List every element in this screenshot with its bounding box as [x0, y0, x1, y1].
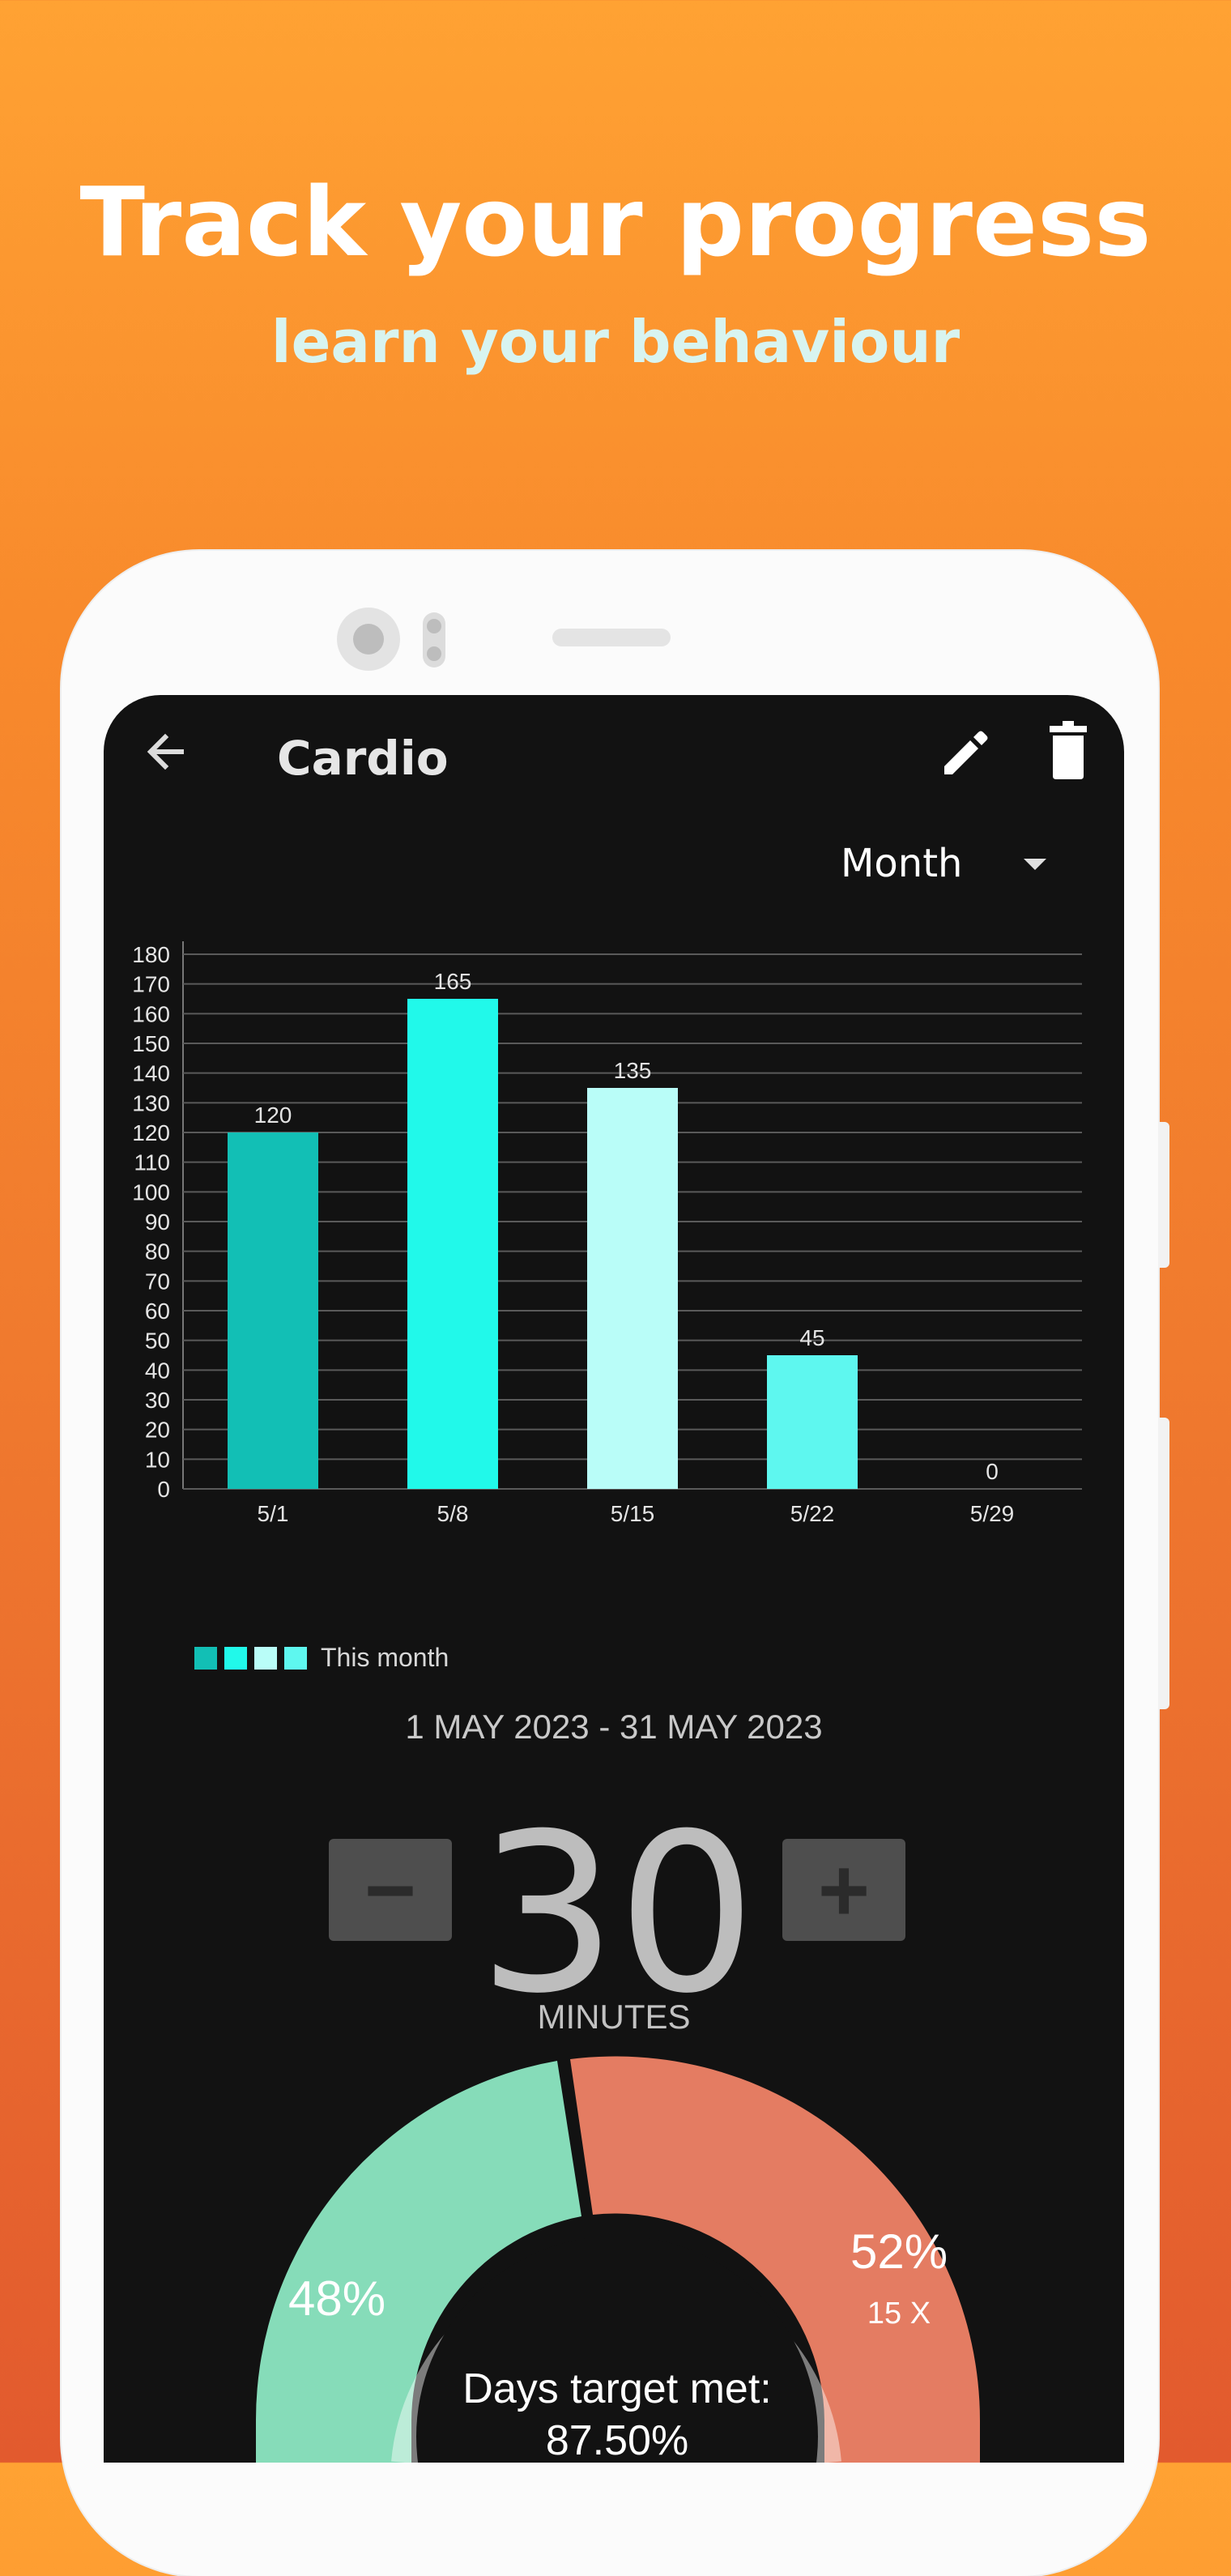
- bar: [228, 1132, 318, 1489]
- target-value: 30: [478, 1786, 756, 2041]
- phone-power-button: [1158, 1418, 1169, 1709]
- phone-volume-button: [1158, 1122, 1169, 1268]
- phone-speaker: [552, 629, 671, 646]
- y-tick-label: 110: [134, 1150, 170, 1175]
- decrease-button[interactable]: −: [329, 1839, 452, 1941]
- x-tick-label: 5/22: [790, 1501, 835, 1526]
- donut-chart: Days target met: 87.50% 48% 52% 15 X: [255, 2056, 980, 2463]
- donut-center-line2: 87.50%: [546, 2417, 688, 2463]
- y-tick-label: 90: [145, 1209, 170, 1235]
- y-tick-label: 70: [145, 1269, 170, 1294]
- bar: [587, 1088, 678, 1489]
- y-tick-label: 30: [145, 1388, 170, 1413]
- y-tick-label: 100: [132, 1179, 170, 1205]
- y-tick-label: 20: [145, 1418, 170, 1443]
- target-unit: MINUTES: [537, 1998, 691, 2036]
- date-range: 1 MAY 2023 - 31 MAY 2023: [405, 1708, 823, 1746]
- y-tick-label: 80: [145, 1239, 170, 1265]
- app-screen: Cardio Month 0 10 20 30 40 50 60 70 80 90 100 110 12…: [104, 695, 1124, 2463]
- period-selected-value: Month: [841, 841, 963, 886]
- legend-swatch: [194, 1646, 217, 1670]
- donut-missed-label: 52%: [850, 2224, 948, 2279]
- promo-subline: learn your behaviour: [270, 308, 961, 376]
- legend-swatch: [224, 1646, 247, 1670]
- y-tick-label: 170: [132, 972, 170, 997]
- page-title: Cardio: [277, 731, 449, 786]
- y-tick-label: 60: [145, 1299, 170, 1324]
- legend-label: This month: [321, 1643, 449, 1672]
- bar-value-label: 165: [434, 969, 472, 994]
- y-tick-label: 130: [132, 1090, 170, 1115]
- y-tick-label: 120: [132, 1120, 170, 1145]
- y-tick-label: 160: [132, 1001, 170, 1026]
- plus-icon: +: [817, 1840, 871, 1940]
- legend-swatches: [194, 1646, 314, 1670]
- pencil-icon[interactable]: [928, 716, 1001, 789]
- increase-button[interactable]: +: [782, 1839, 905, 1941]
- y-tick-label: 10: [145, 1447, 170, 1472]
- donut-met-label: 48%: [288, 2271, 385, 2326]
- phone-sensor: [423, 612, 445, 667]
- bar-value-label: 135: [614, 1058, 652, 1083]
- arrow-left-icon[interactable]: [136, 719, 201, 784]
- bar-value-label: 45: [799, 1325, 824, 1350]
- bar-value-label: 0: [986, 1459, 999, 1484]
- y-tick-label: 0: [157, 1477, 170, 1502]
- x-tick-label: 5/15: [611, 1501, 655, 1526]
- phone-camera: [337, 608, 400, 671]
- donut-center-line1: Days target met:: [462, 2365, 771, 2412]
- bar: [767, 1355, 858, 1489]
- legend-swatch: [284, 1646, 307, 1670]
- chart-legend: This month: [194, 1643, 449, 1673]
- minus-icon: −: [364, 1840, 417, 1940]
- x-tick-label: 5/29: [970, 1501, 1015, 1526]
- y-tick-label: 40: [145, 1358, 170, 1383]
- y-tick-label: 50: [145, 1329, 170, 1354]
- chevron-down-icon: [1024, 859, 1046, 870]
- trash-icon[interactable]: [1033, 716, 1106, 789]
- bar-chart: 0 10 20 30 40 50 60 70 80 90 100 110 120 130 140 150 160…: [132, 941, 1082, 1526]
- promo-headline: Track your progress: [79, 166, 1152, 278]
- bar: [407, 999, 498, 1489]
- y-tick-label: 140: [132, 1061, 170, 1086]
- y-tick-label: 180: [132, 942, 170, 967]
- period-dropdown[interactable]: Month: [816, 825, 1076, 906]
- donut-missed-count: 15 X: [867, 2297, 931, 2331]
- bar-value-label: 120: [254, 1102, 292, 1128]
- y-tick-label: 150: [132, 1031, 170, 1056]
- x-tick-label: 5/8: [437, 1501, 469, 1526]
- legend-swatch: [254, 1646, 277, 1670]
- x-tick-label: 5/1: [258, 1501, 289, 1526]
